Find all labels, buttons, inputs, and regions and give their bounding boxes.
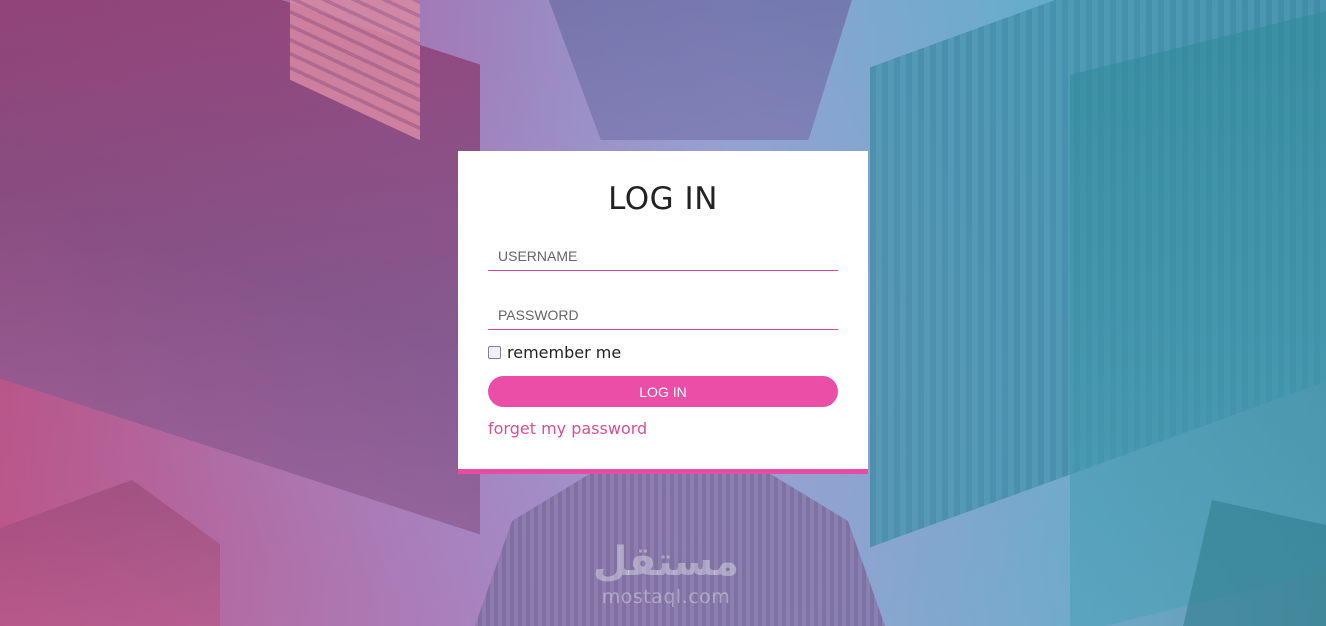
forgot-password-link[interactable]: forget my password <box>488 419 647 438</box>
remember-label: remember me <box>507 343 622 362</box>
username-input[interactable] <box>488 241 838 271</box>
watermark-latin: mostaql.com <box>601 586 731 608</box>
watermark-arabic: مستقل <box>592 539 740 585</box>
watermark: مستقل mostaql.com <box>586 538 746 608</box>
login-title: LOG IN <box>608 181 718 217</box>
remember-me[interactable]: remember me <box>488 343 621 362</box>
password-input[interactable] <box>488 300 838 330</box>
login-card: LOG IN remember me LOG IN forget my pass… <box>458 151 868 474</box>
remember-checkbox[interactable] <box>488 346 501 359</box>
login-button[interactable]: LOG IN <box>488 376 838 407</box>
